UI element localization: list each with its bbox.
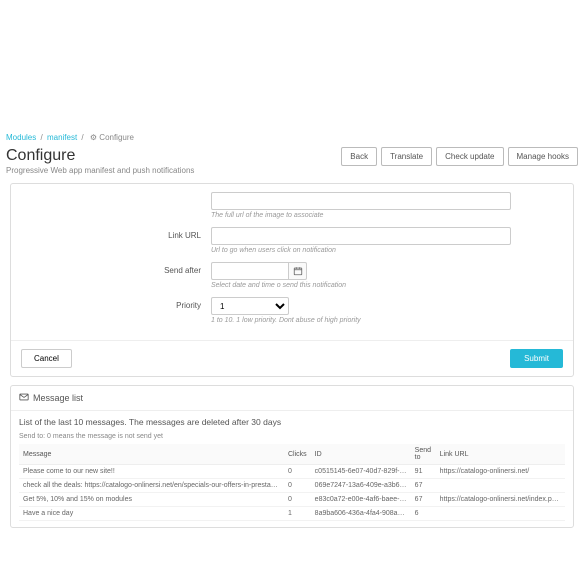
table-row: Have a nice day18a9ba606-436a-4fa4-908a-…: [19, 507, 565, 521]
col-clicks: Clicks: [284, 444, 311, 465]
cell-id: c0515145-6e07-40d7-829f-aee61d5f3d2b: [311, 465, 411, 479]
image-hint: The full url of the image to associate: [211, 212, 563, 219]
check-update-button[interactable]: Check update: [436, 147, 503, 166]
cell-id: 069e7247-13a6-409e-a3b6-e4ee60aa376c: [311, 479, 411, 493]
list-description: List of the last 10 messages. The messag…: [19, 417, 565, 427]
priority-label: Priority: [21, 297, 211, 310]
image-url-input[interactable]: [211, 192, 511, 210]
cell-sendto: 6: [411, 507, 436, 521]
cell-link: https://catalogo-onlinersi.net/index.php…: [436, 493, 565, 507]
cell-message: check all the deals: https://catalogo-on…: [19, 479, 284, 493]
manage-hooks-button[interactable]: Manage hooks: [508, 147, 578, 166]
cell-message: Please come to our new site!!: [19, 465, 284, 479]
breadcrumb: Modules / manifest / ⚙ Configure: [0, 130, 584, 145]
send-after-label: Send after: [21, 262, 211, 275]
breadcrumb-manifest[interactable]: manifest: [47, 133, 77, 142]
link-url-label: Link URL: [21, 227, 211, 240]
col-sendto: Send to: [411, 444, 436, 465]
envelope-icon: [19, 392, 29, 404]
priority-select[interactable]: 1: [211, 297, 289, 315]
cancel-button[interactable]: Cancel: [21, 349, 72, 368]
cell-clicks: 1: [284, 507, 311, 521]
messages-table: Message Clicks ID Send to Link URL Pleas…: [19, 444, 565, 521]
cell-message: Have a nice day: [19, 507, 284, 521]
cell-link: https://catalogo-onlinersi.net/: [436, 465, 565, 479]
priority-hint: 1 to 10. 1 low priority. Dont abuse of h…: [211, 317, 563, 324]
cell-message: Get 5%, 10% and 15% on modules: [19, 493, 284, 507]
cell-id: e83c0a72-e00e-4af6-baee-cddd7edcb699: [311, 493, 411, 507]
back-button[interactable]: Back: [341, 147, 377, 166]
calendar-icon[interactable]: [289, 262, 307, 280]
message-list-heading: Message list: [33, 393, 83, 403]
submit-button[interactable]: Submit: [510, 349, 563, 368]
list-note: Send to: 0 means the message is not send…: [19, 433, 565, 440]
breadcrumb-configure: ⚙ Configure: [90, 133, 134, 142]
col-id: ID: [311, 444, 411, 465]
send-hint: Select date and time o send this notific…: [211, 282, 563, 289]
cell-clicks: 0: [284, 493, 311, 507]
link-url-input[interactable]: [211, 227, 511, 245]
cell-sendto: 91: [411, 465, 436, 479]
send-after-input[interactable]: [211, 262, 289, 280]
link-hint: Url to go when users click on notificati…: [211, 247, 563, 254]
cell-link: [436, 479, 565, 493]
col-link: Link URL: [436, 444, 565, 465]
translate-button[interactable]: Translate: [381, 147, 432, 166]
cell-sendto: 67: [411, 493, 436, 507]
page-title: Configure: [6, 147, 194, 165]
cell-clicks: 0: [284, 479, 311, 493]
breadcrumb-modules[interactable]: Modules: [6, 133, 36, 142]
page-subtitle: Progressive Web app manifest and push no…: [6, 166, 194, 175]
cell-id: 8a9ba606-436a-4fa4-908a-eaf8a66e8e1d: [311, 507, 411, 521]
table-row: Get 5%, 10% and 15% on modules0e83c0a72-…: [19, 493, 565, 507]
table-row: check all the deals: https://catalogo-on…: [19, 479, 565, 493]
cell-clicks: 0: [284, 465, 311, 479]
table-row: Please come to our new site!!0c0515145-6…: [19, 465, 565, 479]
col-message: Message: [19, 444, 284, 465]
cell-link: [436, 507, 565, 521]
cell-sendto: 67: [411, 479, 436, 493]
